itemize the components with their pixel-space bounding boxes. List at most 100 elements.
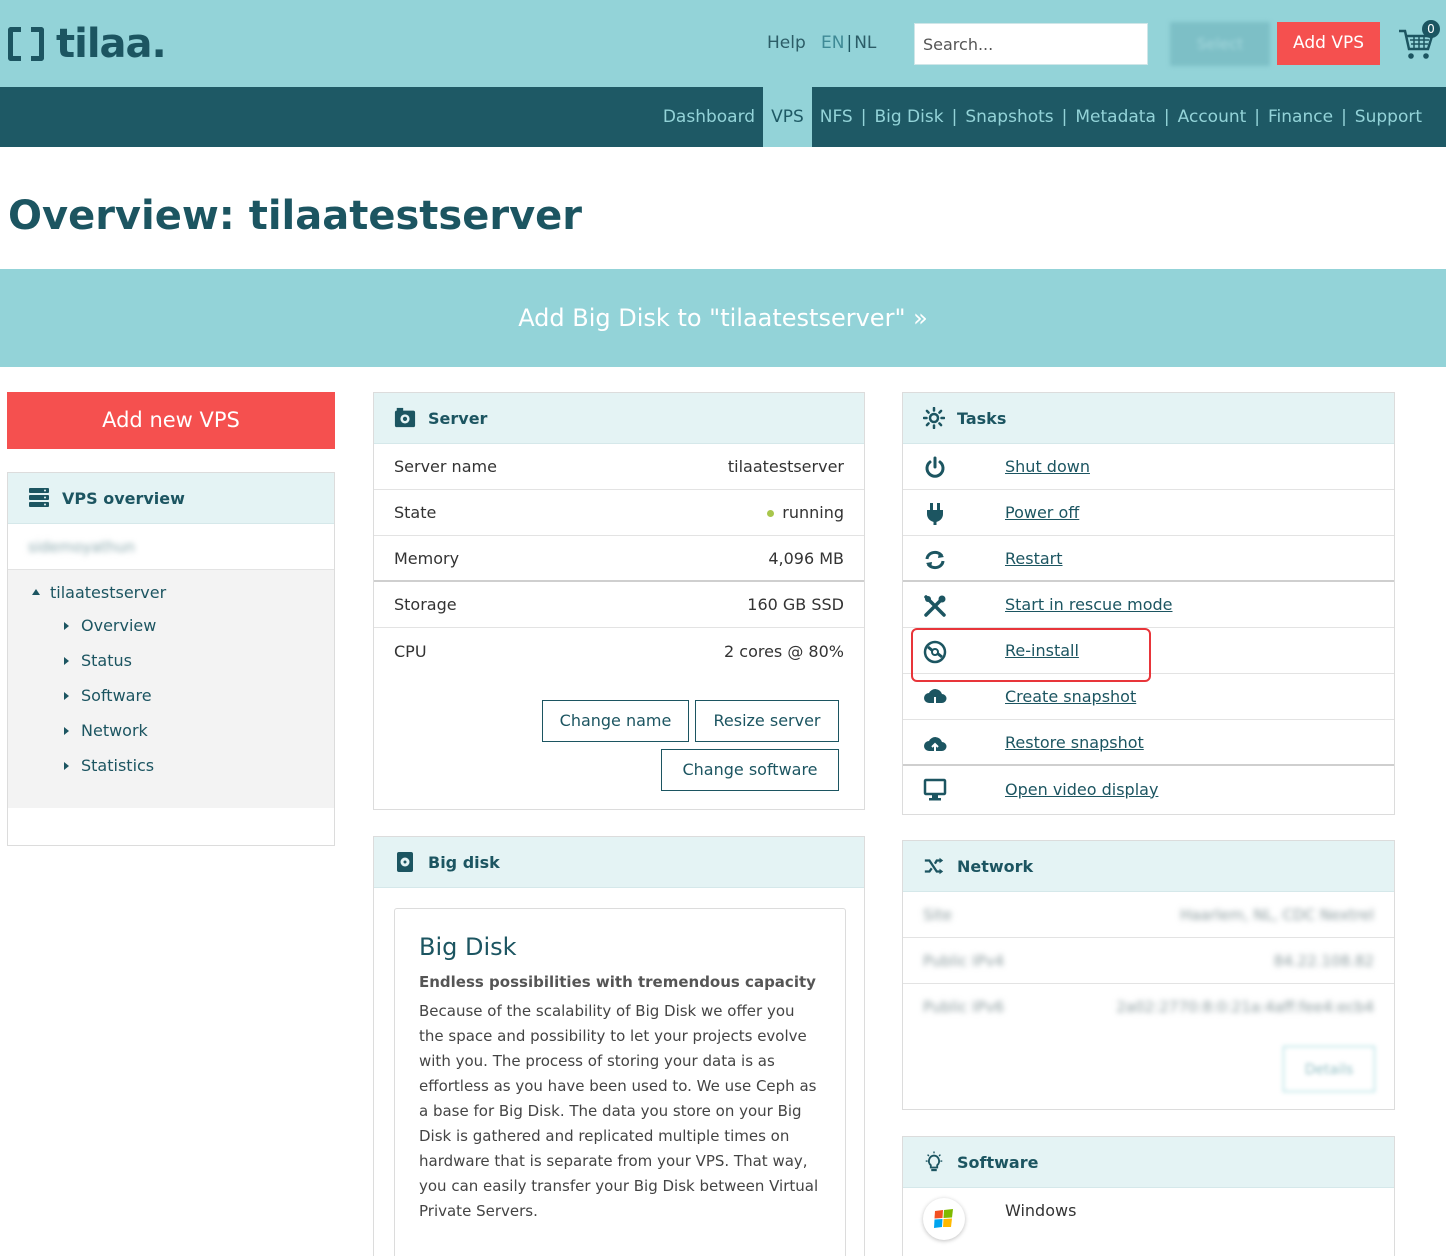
tree-item-overview[interactable]: Overview	[8, 608, 334, 643]
create-snapshot-link[interactable]: Create snapshot	[1005, 687, 1136, 706]
restart-link[interactable]: Restart	[1005, 549, 1063, 568]
restart-icon	[925, 550, 945, 570]
logo-mark-icon	[8, 26, 44, 62]
nav-vps[interactable]: VPS	[763, 87, 812, 147]
blurred-select-button[interactable]: Select	[1170, 22, 1270, 66]
server-panel: Server Server name tilaatestserver State…	[373, 392, 865, 810]
network-details-button[interactable]: Details	[1283, 1046, 1375, 1092]
task-restart[interactable]: Restart	[903, 536, 1394, 582]
nav-dashboard[interactable]: Dashboard	[655, 87, 763, 147]
caret-right-icon	[64, 656, 69, 665]
logo-text: tilaa.	[56, 21, 167, 67]
main-nav: Dashboard VPS NFS | Big Disk | Snapshots…	[0, 87, 1446, 147]
site-label: Site	[923, 905, 952, 924]
storage-row: Storage 160 GB SSD	[374, 582, 864, 628]
task-open-video-display[interactable]: Open video display	[903, 766, 1394, 812]
task-restore-snapshot[interactable]: Restore snapshot	[903, 720, 1394, 766]
tilaa-logo[interactable]: tilaa.	[8, 21, 167, 67]
big-disk-header: Big disk	[374, 837, 864, 888]
language-switch: EN | NL	[821, 33, 876, 53]
tools-icon	[924, 595, 946, 617]
tree-root-tilaatestserver[interactable]: tilaatestserver	[8, 580, 334, 604]
software-header: Software	[903, 1137, 1394, 1188]
windows-logo-icon	[923, 1198, 965, 1240]
tree-root-label: tilaatestserver	[50, 582, 167, 602]
change-software-button[interactable]: Change software	[661, 749, 839, 791]
nav-support[interactable]: Support	[1347, 87, 1430, 147]
re-install-highlight-box	[911, 628, 1151, 682]
monitor-icon	[923, 778, 947, 801]
power-icon	[925, 456, 945, 478]
software-title: Software	[957, 1152, 1039, 1172]
caret-right-icon	[64, 621, 69, 630]
memory-row: Memory 4,096 MB	[374, 536, 864, 582]
tree-item-label: Network	[81, 721, 148, 740]
network-site-row: Site Haarlem, NL, CDC Nextrel	[903, 892, 1394, 938]
running-status-dot	[767, 510, 775, 517]
big-disk-title: Big disk	[428, 852, 500, 872]
server-gear-icon	[394, 407, 416, 428]
big-disk-panel: Big disk Big Disk Endless possibilities …	[373, 836, 865, 1256]
shut-down-link[interactable]: Shut down	[1005, 457, 1090, 476]
lang-nl-link[interactable]: NL	[854, 33, 876, 53]
nav-finance[interactable]: Finance	[1260, 87, 1341, 147]
add-vps-button[interactable]: Add VPS	[1277, 22, 1380, 65]
tree-item-label: Status	[81, 651, 132, 670]
top-header: tilaa. Help EN|NL Select Add VPS 0	[0, 0, 1446, 87]
task-power-off[interactable]: Power off	[903, 490, 1394, 536]
tree-item-statistics[interactable]: Statistics	[8, 748, 334, 783]
tasks-header: Tasks	[903, 393, 1394, 444]
server-header: Server	[374, 393, 864, 444]
nav-snapshots[interactable]: Snapshots	[957, 87, 1061, 147]
ipv4-value: 84.22.108.82	[1273, 951, 1374, 970]
memory-value: 4,096 MB	[768, 548, 844, 568]
rescue-mode-link[interactable]: Start in rescue mode	[1005, 595, 1173, 614]
resize-server-button[interactable]: Resize server	[695, 700, 839, 742]
big-disk-card-title: Big Disk	[419, 933, 517, 961]
tree-item-network[interactable]: Network	[8, 713, 334, 748]
expand-up-icon	[32, 589, 40, 595]
cloud-upload-icon	[924, 737, 947, 752]
add-new-vps-button[interactable]: Add new VPS	[7, 392, 335, 449]
help-link[interactable]: Help	[767, 33, 806, 53]
task-shut-down[interactable]: Shut down	[903, 444, 1394, 490]
lang-separator: |	[846, 33, 853, 53]
nav-account[interactable]: Account	[1170, 87, 1255, 147]
network-header: Network	[903, 841, 1394, 892]
tasks-title: Tasks	[957, 408, 1007, 428]
vps-overview-panel: VPS overview sidemoyathun tilaatestserve…	[7, 472, 335, 846]
tasks-panel: Tasks Shut down Power off Restart Start …	[902, 392, 1395, 815]
lang-en-link[interactable]: EN	[821, 33, 844, 53]
vps-overview-header: VPS overview	[8, 473, 334, 524]
network-ipv6-row: Public IPv6 2a02:2770:8:0:21a:4aff:fee4:e…	[903, 984, 1394, 1030]
caret-right-icon	[64, 726, 69, 735]
restore-snapshot-link[interactable]: Restore snapshot	[1005, 733, 1144, 752]
open-video-display-link[interactable]: Open video display	[1005, 780, 1158, 799]
software-os-name: Windows	[1005, 1201, 1077, 1220]
tree-item-software[interactable]: Software	[8, 678, 334, 713]
search-input[interactable]	[914, 23, 1148, 65]
power-off-link[interactable]: Power off	[1005, 503, 1079, 522]
server-name-label: Server name	[394, 457, 497, 476]
state-row: State running	[374, 490, 864, 536]
server-name-value: tilaatestserver	[727, 457, 844, 476]
cart-count-badge: 0	[1422, 20, 1440, 38]
page-title: Overview: tilaatestserver	[8, 193, 583, 239]
tree-item-label: Overview	[81, 616, 157, 635]
task-rescue-mode[interactable]: Start in rescue mode	[903, 582, 1394, 628]
nav-big-disk[interactable]: Big Disk	[866, 87, 951, 147]
caret-right-icon	[64, 691, 69, 700]
add-big-disk-banner[interactable]: Add Big Disk to "tilaatestserver" »	[0, 269, 1446, 367]
state-label: State	[394, 503, 437, 522]
ipv6-label: Public IPv6	[923, 998, 1005, 1016]
blurred-vps-item[interactable]: sidemoyathun	[8, 524, 334, 570]
nav-nfs[interactable]: NFS	[812, 87, 861, 147]
ipv4-label: Public IPv4	[923, 951, 1005, 970]
network-title: Network	[957, 856, 1034, 876]
state-value: running	[782, 503, 844, 522]
change-name-button[interactable]: Change name	[542, 700, 689, 742]
nav-metadata[interactable]: Metadata	[1067, 87, 1164, 147]
shuffle-icon	[924, 857, 944, 875]
tree-item-status[interactable]: Status	[8, 643, 334, 678]
vps-tree: tilaatestserver Overview Status Software…	[8, 570, 334, 808]
